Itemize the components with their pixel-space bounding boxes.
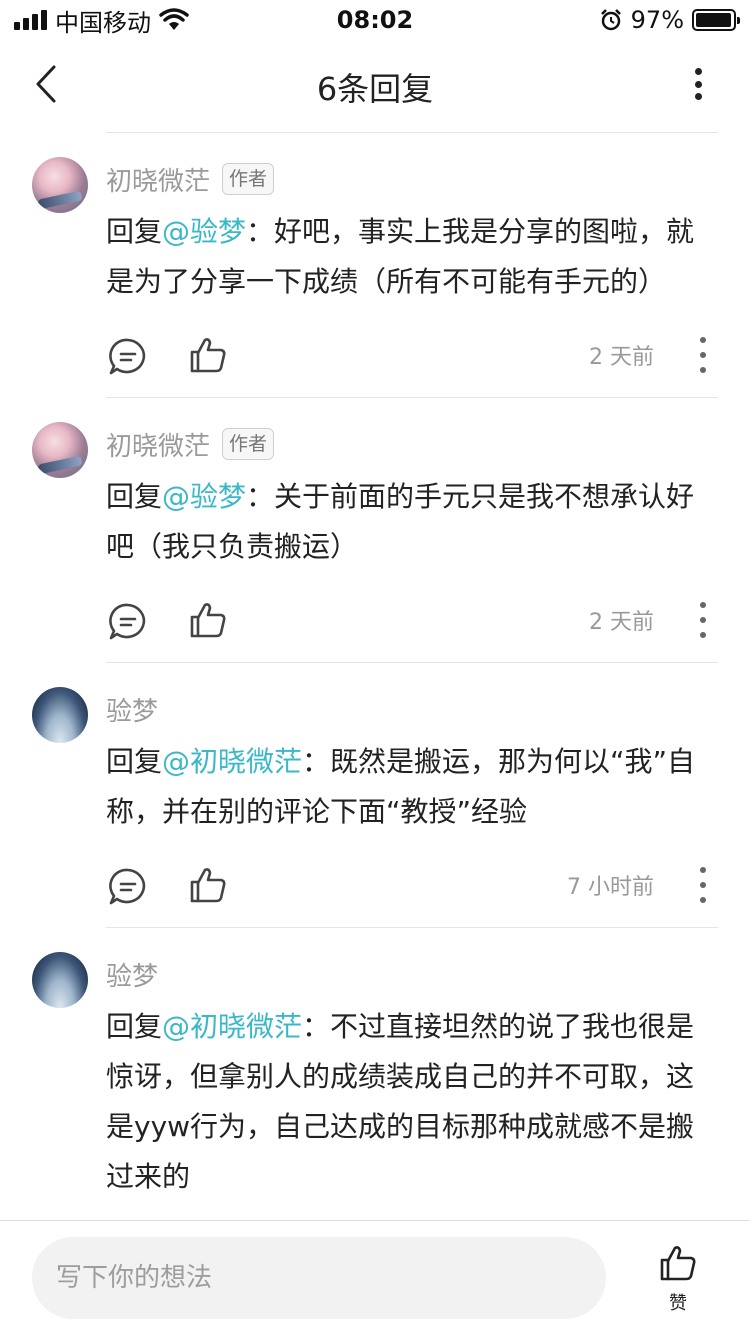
status-bar: 中国移动 08:02 97% — [0, 0, 750, 40]
user-name[interactable]: 初晓微茫 — [106, 426, 210, 463]
author-badge: 作者 — [222, 428, 275, 460]
user-name[interactable]: 初晓微茫 — [106, 161, 210, 198]
reply-list[interactable]: 初晓微茫 作者 回复@验梦：好吧，事实上我是分享的图啦，就是为了分享一下成绩（所有不… — [0, 132, 750, 1220]
reply-more-button[interactable] — [698, 337, 708, 373]
mention-link[interactable]: @验梦 — [162, 215, 246, 248]
battery-icon — [692, 9, 740, 31]
status-right: 97% — [599, 6, 740, 34]
name-row: 验梦 — [106, 954, 718, 994]
reply-text[interactable]: 回复@验梦：关于前面的手元只是我不想承认好吧（我只负责搬运） — [106, 472, 718, 572]
reply-time: 7 小时前 — [567, 875, 654, 900]
reply-item[interactable]: 初晓微茫 作者回复@验梦：好吧，事实上我是分享的图啦，就是为了分享一下成绩（所有不… — [32, 132, 718, 397]
reply-time: 2 天前 — [589, 610, 654, 635]
reply-prefix: 回复 — [106, 745, 163, 778]
reply-prefix: 回复 — [106, 480, 163, 513]
reply-actions: 2 天前 — [106, 325, 718, 397]
header: 6条回复 — [0, 46, 750, 122]
comment-input[interactable] — [32, 1237, 606, 1319]
reply-prefix: 回复 — [106, 215, 163, 248]
name-row: 初晓微茫 作者 — [106, 424, 718, 464]
more-dot — [694, 93, 702, 100]
comment-icon[interactable] — [108, 337, 148, 377]
avatar[interactable] — [32, 952, 88, 1008]
like-label: 赞 — [669, 1293, 687, 1314]
avatar[interactable] — [32, 422, 88, 478]
thumbs-up-icon[interactable] — [188, 865, 228, 905]
alarm-icon — [600, 9, 621, 31]
avatar[interactable] — [32, 157, 88, 213]
reply-actions: 2 天前 — [106, 590, 718, 662]
battery-percent: 97% — [630, 6, 684, 34]
reply-time: 2 天前 — [589, 345, 654, 370]
mention-link[interactable]: @初晓微茫 — [162, 745, 302, 778]
mention-link[interactable]: @初晓微茫 — [162, 1010, 302, 1043]
battery-level — [696, 13, 731, 27]
more-dot — [694, 68, 702, 75]
thumbs-up-icon — [660, 1246, 696, 1281]
user-name[interactable]: 验梦 — [106, 956, 158, 993]
more-dot — [694, 80, 702, 88]
author-badge: 作者 — [222, 163, 275, 195]
bottom-bar: 赞 — [0, 1220, 750, 1334]
comment-icon[interactable] — [108, 867, 148, 907]
reply-item[interactable]: 初晓微茫 作者回复@验梦：关于前面的手元只是我不想承认好吧（我只负责搬运） 2 天前 — [32, 397, 718, 662]
thumbs-up-icon[interactable] — [188, 600, 228, 640]
mention-link[interactable]: @验梦 — [162, 480, 246, 513]
reply-more-button[interactable] — [698, 867, 708, 903]
name-row: 验梦 — [106, 689, 718, 729]
reply-text[interactable]: 回复@初晓微茫：既然是搬运，那为何以“我”自称，并在别的评论下面“教授”经验 — [106, 737, 718, 837]
reply-item[interactable]: 验梦回复@初晓微茫：不过直接坦然的说了我也很是惊讶，但拿别人的成绩装成自己的并不… — [32, 927, 718, 1220]
more-options-button[interactable] — [686, 62, 710, 106]
reply-text[interactable]: 回复@初晓微茫：不过直接坦然的说了我也很是惊讶，但拿别人的成绩装成自己的并不可取… — [106, 1002, 718, 1202]
avatar[interactable] — [32, 687, 88, 743]
reply-actions: 7 小时前 — [106, 855, 718, 927]
name-row: 初晓微茫 作者 — [106, 159, 718, 199]
user-name[interactable]: 验梦 — [106, 691, 158, 728]
page-title: 6条回复 — [316, 70, 434, 108]
comment-icon[interactable] — [108, 602, 148, 642]
reply-text[interactable]: 回复@验梦：好吧，事实上我是分享的图啦，就是为了分享一下成绩（所有不可能有手元的… — [106, 207, 718, 307]
like-button[interactable]: 赞 — [648, 1243, 708, 1327]
thumbs-up-icon[interactable] — [188, 335, 228, 375]
reply-prefix: 回复 — [106, 1010, 163, 1043]
reply-item[interactable]: 验梦回复@初晓微茫：既然是搬运，那为何以“我”自称，并在别的评论下面“教授”经验… — [32, 662, 718, 927]
reply-more-button[interactable] — [698, 602, 708, 638]
